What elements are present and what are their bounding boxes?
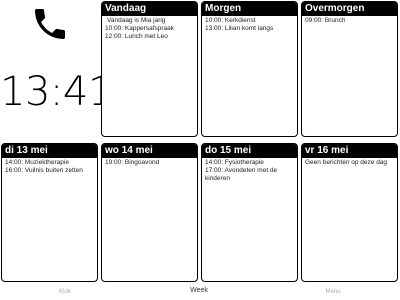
- day-card-today[interactable]: Vandaag Vandaag is Mia jarig 10:00: Kapp…: [101, 1, 198, 137]
- bottom-navigation: Klok Week Menu: [0, 285, 400, 300]
- day-card-tue-13[interactable]: di 13 mei 14:00: Muziektherapie 16:00: V…: [1, 143, 98, 282]
- week-screen: 13:41 Vandaag Vandaag is Mia jarig 10:00…: [0, 0, 400, 300]
- day-card-title: do 15 mei: [202, 144, 297, 158]
- day-card-title: Morgen: [202, 2, 297, 16]
- event-item: 10:00: Kerkdienst: [205, 17, 256, 24]
- day-card-events: Geen berichten op deze dag: [302, 158, 397, 168]
- day-card-events: Vandaag is Mia jarig 10:00: Kappersafspr…: [102, 16, 197, 42]
- event-item: 13:00: Lilian komt langs: [205, 25, 274, 32]
- event-item: 10:00: Kappersafspraak: [105, 25, 175, 32]
- day-card-events: 19:00: Bingoavond: [102, 158, 197, 168]
- event-item: 14:00: Muziektherapie: [5, 159, 69, 166]
- day-card-wed-14[interactable]: wo 14 mei 19:00: Bingoavond: [101, 143, 198, 282]
- event-item: 09:00: Brunch: [305, 17, 346, 24]
- event-item: 12:00: Lunch met Leo: [105, 33, 168, 40]
- nav-week-button[interactable]: Week: [179, 287, 219, 294]
- day-card-events: 14:00: Fysiotherapie 17:00: Avondeten me…: [202, 158, 297, 184]
- event-item: 17:00: Avondeten met de kinderen: [205, 167, 278, 182]
- day-card-events: 10:00: Kerkdienst 13:00: Lilian komt lan…: [202, 16, 297, 34]
- day-card-title: vr 16 mei: [302, 144, 397, 158]
- event-item: 14:00: Fysiotherapie: [205, 159, 264, 166]
- day-card-fri-16[interactable]: vr 16 mei Geen berichten op deze dag: [301, 143, 398, 282]
- event-item: Geen berichten op deze dag: [305, 159, 388, 166]
- event-item: 19:00: Bingoavond: [105, 159, 160, 166]
- day-card-title: wo 14 mei: [102, 144, 197, 158]
- day-card-day-after-tomorrow[interactable]: Overmorgen 09:00: Brunch: [301, 1, 398, 137]
- day-card-title: Vandaag: [102, 2, 197, 16]
- nav-clock-button[interactable]: Klok: [45, 289, 85, 295]
- day-card-title: di 13 mei: [2, 144, 97, 158]
- day-card-tomorrow[interactable]: Morgen 10:00: Kerkdienst 13:00: Lilian k…: [201, 1, 298, 137]
- phone-icon[interactable]: [30, 4, 70, 44]
- nav-menu-button[interactable]: Menu: [313, 289, 353, 295]
- day-card-events: 09:00: Brunch: [302, 16, 397, 26]
- event-item: 16:00: Vuilnis buiten zetten: [5, 167, 83, 174]
- day-card-title: Overmorgen: [302, 2, 397, 16]
- clock-time: 13:41: [0, 69, 113, 115]
- event-item: Vandaag is Mia jarig: [107, 17, 166, 24]
- day-card-thu-15[interactable]: do 15 mei 14:00: Fysiotherapie 17:00: Av…: [201, 143, 298, 282]
- day-card-events: 14:00: Muziektherapie 16:00: Vuilnis bui…: [2, 158, 97, 176]
